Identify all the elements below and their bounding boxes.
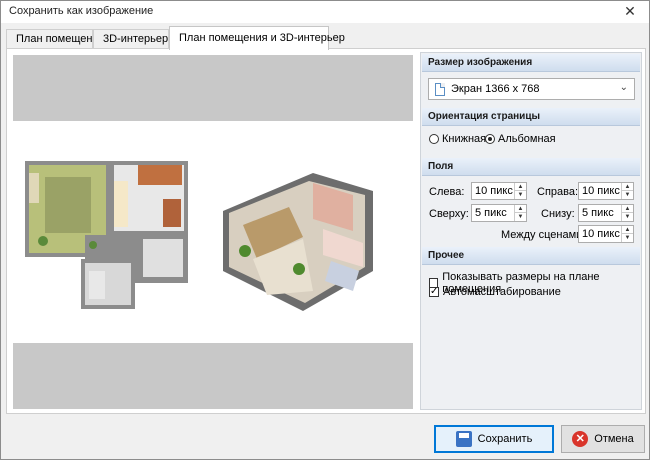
tab-panel: Размер изображения Экран 1366 x 768 ⌄ Ор… xyxy=(6,48,646,414)
tab-floor-plan[interactable]: План помещения xyxy=(6,29,105,49)
cancel-button[interactable]: ✕ Отмена xyxy=(561,425,645,453)
tab-label: План помещения xyxy=(16,33,105,45)
margin-top-label: Сверху: xyxy=(429,208,469,220)
image-size-header: Размер изображения xyxy=(422,54,640,72)
margin-left-label: Слева: xyxy=(429,186,465,198)
radio-dot xyxy=(485,134,495,144)
image-size-select[interactable]: Экран 1366 x 768 ⌄ xyxy=(428,78,635,100)
autoscale-checkbox[interactable]: ✓ Автомасштабирование xyxy=(429,286,561,298)
between-scenes-value: 10 пикс xyxy=(582,228,620,240)
autoscale-label: Автомасштабирование xyxy=(443,286,561,298)
spin-up-icon[interactable]: ▲ xyxy=(621,183,633,191)
margin-top-value: 5 пикс xyxy=(475,207,507,219)
margin-left-spinner[interactable]: 10 пикс ▲ ▼ xyxy=(471,182,527,200)
orientation-header: Ориентация страницы xyxy=(422,108,640,126)
spin-down-icon[interactable]: ▼ xyxy=(621,234,633,242)
other-header: Прочее xyxy=(422,247,640,265)
cancel-icon: ✕ xyxy=(572,431,589,447)
save-as-image-dialog: Сохранить как изображение ✕ План помещен… xyxy=(0,0,650,460)
spin-down-icon[interactable]: ▼ xyxy=(621,191,633,199)
save-button[interactable]: Сохранить xyxy=(434,425,554,453)
settings-panel: Размер изображения Экран 1366 x 768 ⌄ Ор… xyxy=(420,52,642,410)
spin-up-icon[interactable]: ▲ xyxy=(621,226,633,234)
chevron-down-icon: ⌄ xyxy=(619,82,628,93)
preview-page xyxy=(13,121,413,343)
image-preview xyxy=(13,55,413,409)
between-scenes-label: Между сценами: xyxy=(501,229,586,241)
spin-down-icon[interactable]: ▼ xyxy=(514,191,526,199)
tab-label: План помещения и 3D-интерьер xyxy=(179,32,345,44)
margins-header: Поля xyxy=(422,158,640,176)
margin-right-spinner[interactable]: 10 пикс ▲ ▼ xyxy=(578,182,634,200)
margin-bottom-label: Снизу: xyxy=(541,208,575,220)
between-scenes-spinner[interactable]: 10 пикс ▲ ▼ xyxy=(578,225,634,243)
margin-left-value: 10 пикс xyxy=(475,185,513,197)
margin-right-label: Справа: xyxy=(537,186,579,198)
orientation-landscape-label: Альбомная xyxy=(498,133,556,145)
cancel-button-label: Отмена xyxy=(594,433,634,445)
orientation-portrait-radio[interactable]: Книжная xyxy=(429,133,486,145)
margin-bottom-spinner[interactable]: 5 пикс ▲ ▼ xyxy=(578,204,634,222)
3d-interior-image xyxy=(223,173,373,311)
spin-down-icon[interactable]: ▼ xyxy=(621,213,633,221)
tab-3d-interior[interactable]: 3D-интерьер xyxy=(93,29,169,49)
tab-floor-plan-and-3d[interactable]: План помещения и 3D-интерьер xyxy=(169,26,345,50)
document-icon xyxy=(435,83,445,96)
preview-illustration xyxy=(25,161,373,311)
checkmark-icon: ✓ xyxy=(429,286,439,297)
save-icon xyxy=(455,431,472,447)
margin-top-spinner[interactable]: 5 пикс ▲ ▼ xyxy=(471,204,527,222)
save-button-label: Сохранить xyxy=(477,433,533,445)
margin-bottom-value: 5 пикс xyxy=(582,207,614,219)
spin-up-icon[interactable]: ▲ xyxy=(621,205,633,213)
radio-dot xyxy=(429,134,439,144)
orientation-portrait-label: Книжная xyxy=(442,133,487,145)
floor-plan-image xyxy=(25,161,188,309)
orientation-landscape-radio[interactable]: Альбомная xyxy=(485,133,556,145)
close-icon[interactable]: ✕ xyxy=(615,1,645,23)
tab-label: 3D-интерьер xyxy=(103,33,169,45)
margin-right-value: 10 пикс xyxy=(582,185,620,197)
spin-down-icon[interactable]: ▼ xyxy=(514,213,526,221)
spin-up-icon[interactable]: ▲ xyxy=(514,183,526,191)
window-title: Сохранить как изображение xyxy=(9,5,154,17)
title-bar: Сохранить как изображение ✕ xyxy=(1,1,649,23)
image-size-value: Экран 1366 x 768 xyxy=(451,83,540,95)
spin-up-icon[interactable]: ▲ xyxy=(514,205,526,213)
